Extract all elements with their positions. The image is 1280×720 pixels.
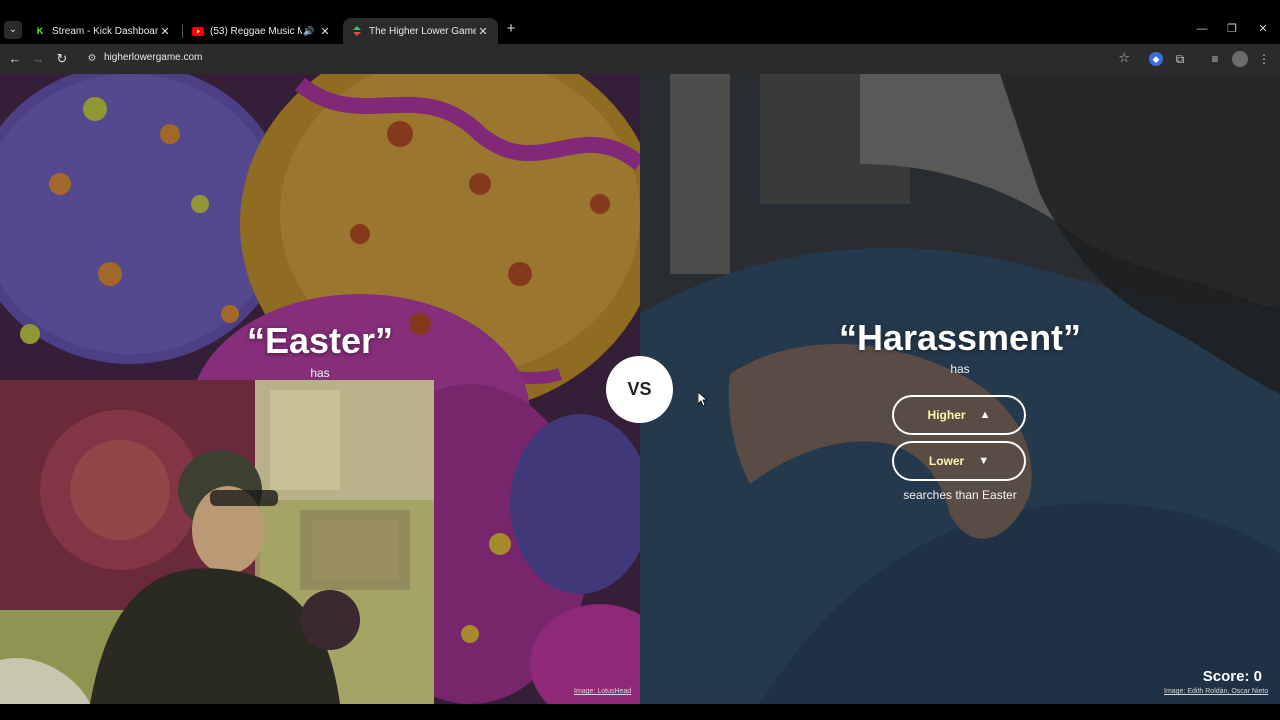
site-info-icon[interactable]: ⚙ bbox=[84, 51, 100, 67]
bookmark-star-icon[interactable]: ☆ bbox=[1118, 50, 1130, 66]
vs-badge: VS bbox=[606, 356, 673, 423]
tab-search-button[interactable]: ⌄ bbox=[4, 21, 22, 39]
speaker-icon[interactable]: 🔊 bbox=[302, 26, 316, 37]
tab-kick-dashboard[interactable]: K Stream - Kick Dashboard ✕ bbox=[26, 18, 180, 44]
close-icon[interactable]: ✕ bbox=[476, 25, 490, 38]
forward-icon[interactable]: → bbox=[29, 50, 47, 68]
webcam-overlay bbox=[0, 380, 434, 704]
game-icon bbox=[351, 25, 363, 37]
media-control-icon[interactable]: ≡ bbox=[1206, 50, 1224, 68]
minimize-icon[interactable]: — bbox=[1192, 20, 1212, 38]
triangle-down-icon: ▼ bbox=[978, 455, 990, 467]
extensions-puzzle-icon[interactable]: ⧉ bbox=[1171, 50, 1189, 68]
higher-button[interactable]: Higher ▲ bbox=[892, 395, 1026, 435]
back-icon[interactable]: ← bbox=[6, 50, 24, 68]
higher-label: Higher bbox=[927, 408, 966, 422]
browser-toolbar: ← → ↻ ⚙ higherlowergame.com ☆ ◆ ⧉ ≡ ⋮ bbox=[0, 44, 1280, 74]
triangle-up-icon: ▲ bbox=[979, 409, 991, 421]
tab-title: Stream - Kick Dashboard bbox=[52, 25, 158, 37]
left-has-label: has bbox=[310, 366, 330, 380]
score-display: Score: 0 bbox=[1202, 668, 1262, 685]
webcam-video-image bbox=[0, 380, 434, 704]
url-text[interactable]: higherlowergame.com bbox=[104, 52, 202, 63]
close-icon[interactable]: ✕ bbox=[318, 25, 332, 38]
left-term-title: “Easter” bbox=[246, 320, 394, 361]
reload-icon[interactable]: ↻ bbox=[53, 50, 71, 68]
right-has-label: has bbox=[950, 362, 970, 376]
left-image-credit[interactable]: Image: LotusHead bbox=[574, 688, 631, 695]
menu-kebab-icon[interactable]: ⋮ bbox=[1255, 50, 1273, 68]
right-term-title: “Harassment” bbox=[838, 317, 1082, 358]
tab-reggae-music[interactable]: (53) Reggae Music Mix 10 H 🔊 ✕ bbox=[184, 18, 340, 44]
searches-than-text: searches than Easter bbox=[903, 488, 1017, 502]
tab-strip: ⌄ K Stream - Kick Dashboard ✕ (53) Regga… bbox=[0, 0, 1280, 44]
profile-avatar[interactable] bbox=[1232, 51, 1248, 67]
tab-separator bbox=[182, 24, 183, 38]
window-close-icon[interactable]: ✕ bbox=[1253, 20, 1273, 38]
game-area: “Easter” has Image: LotusHead “Harassmen… bbox=[0, 74, 1280, 704]
tab-title: (53) Reggae Music Mix 10 H bbox=[210, 25, 302, 37]
mouse-cursor-icon bbox=[698, 392, 708, 406]
new-tab-button[interactable]: + bbox=[503, 20, 519, 38]
close-icon[interactable]: ✕ bbox=[158, 25, 172, 38]
lower-button[interactable]: Lower ▼ bbox=[892, 441, 1026, 481]
extension-icon[interactable]: ◆ bbox=[1149, 52, 1163, 66]
right-panel: “Harassment” has Higher ▲ Lower ▼ search… bbox=[640, 74, 1280, 704]
kick-icon: K bbox=[36, 26, 44, 36]
right-image-credit[interactable]: Image: Edith Roldán, Oscar Nieto bbox=[1164, 688, 1268, 695]
address-bar[interactable]: ⚙ higherlowergame.com ☆ bbox=[78, 48, 1140, 70]
lower-label: Lower bbox=[928, 454, 965, 468]
tab-title: The Higher Lower Game bbox=[369, 25, 476, 37]
youtube-icon bbox=[192, 25, 204, 37]
tab-higher-lower-game[interactable]: The Higher Lower Game ✕ bbox=[343, 18, 498, 44]
restore-icon[interactable]: ❐ bbox=[1222, 20, 1242, 38]
right-image-overlay bbox=[640, 74, 1280, 704]
